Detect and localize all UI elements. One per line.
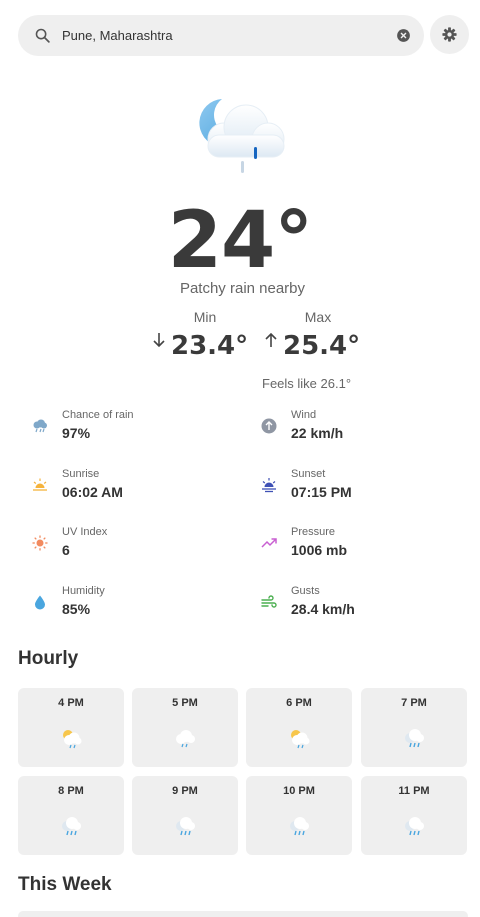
min-label: Min <box>193 309 217 325</box>
stat-value: 6 <box>62 542 70 558</box>
sunrise-icon <box>33 478 47 491</box>
partly-cloudy-rain-icon <box>291 730 310 749</box>
wind-direction-icon <box>261 418 277 434</box>
stat-label: Chance of rain <box>62 409 134 421</box>
min-temperature: 23.4° <box>171 331 249 361</box>
hourly-time: 6 PM <box>286 697 312 709</box>
stat-value: 06:02 AM <box>62 484 123 500</box>
sun-icon <box>32 535 48 551</box>
hourly-time: 4 PM <box>58 697 84 709</box>
stat-value: 97% <box>62 425 91 441</box>
hourly-card[interactable]: 8 PM <box>18 776 124 855</box>
stat-label: UV Index <box>62 526 108 538</box>
clear-icon[interactable] <box>395 27 412 44</box>
cloud-rain-icon <box>405 817 424 836</box>
stat-label: Pressure <box>291 526 336 538</box>
weather-condition: Patchy rain nearby <box>179 280 306 297</box>
hourly-time: 11 PM <box>398 785 430 797</box>
stat-label: Sunset <box>291 468 326 480</box>
hourly-card[interactable]: 4 PM <box>18 688 124 767</box>
stat-value: 28.4 km/h <box>291 601 355 617</box>
cloud-rain-icon <box>176 730 195 748</box>
stat-label: Humidity <box>62 585 105 597</box>
cloud-rain-icon <box>405 729 424 748</box>
feels-like: Feels like 26.1° <box>262 376 352 391</box>
hourly-card[interactable]: 7 PM <box>361 688 467 767</box>
max-label: Max <box>304 309 332 325</box>
sunset-icon <box>262 478 276 493</box>
max-temperature: 25.4° <box>283 331 361 361</box>
gear-icon <box>442 27 457 42</box>
hourly-card[interactable]: 11 PM <box>361 776 467 855</box>
stat-label: Wind <box>291 409 317 421</box>
cloud-rain-icon <box>176 817 195 836</box>
hourly-card[interactable]: 6 PM <box>246 688 352 767</box>
stat-label: Sunrise <box>62 468 100 480</box>
this-week-heading: This Week <box>18 874 112 895</box>
hourly-time: 7 PM <box>401 697 427 709</box>
droplet-icon <box>35 595 45 610</box>
moon-cloud-rain-icon <box>199 99 285 173</box>
rain-cloud-icon <box>33 419 47 433</box>
hourly-card[interactable]: 9 PM <box>132 776 238 855</box>
trend-up-icon <box>261 538 277 548</box>
arrow-up-icon <box>265 332 277 347</box>
stat-value: 22 km/h <box>291 425 344 441</box>
hourly-card[interactable]: 10 PM <box>246 776 352 855</box>
stat-value: 85% <box>62 601 91 617</box>
search-icon <box>35 28 50 43</box>
cloud-rain-icon <box>290 817 309 836</box>
gust-icon <box>261 595 277 608</box>
partly-cloudy-rain-icon <box>63 730 82 749</box>
weekly-forecast-card[interactable] <box>18 911 468 917</box>
cloud-rain-icon <box>62 817 81 836</box>
settings-button[interactable] <box>430 15 469 54</box>
current-temperature: 24° <box>167 196 314 286</box>
stat-label: Gusts <box>291 585 320 597</box>
hourly-time: 8 PM <box>58 785 84 797</box>
hourly-time: 5 PM <box>172 697 198 709</box>
hourly-time: 9 PM <box>172 785 198 797</box>
hourly-heading: Hourly <box>18 648 79 669</box>
arrow-down-icon <box>153 333 165 348</box>
stat-value: 07:15 PM <box>291 484 352 500</box>
search-input[interactable] <box>62 15 382 56</box>
hourly-card[interactable]: 5 PM <box>132 688 238 767</box>
hourly-time: 10 PM <box>283 785 315 797</box>
search-bar <box>18 15 424 56</box>
stat-value: 1006 mb <box>291 542 348 558</box>
